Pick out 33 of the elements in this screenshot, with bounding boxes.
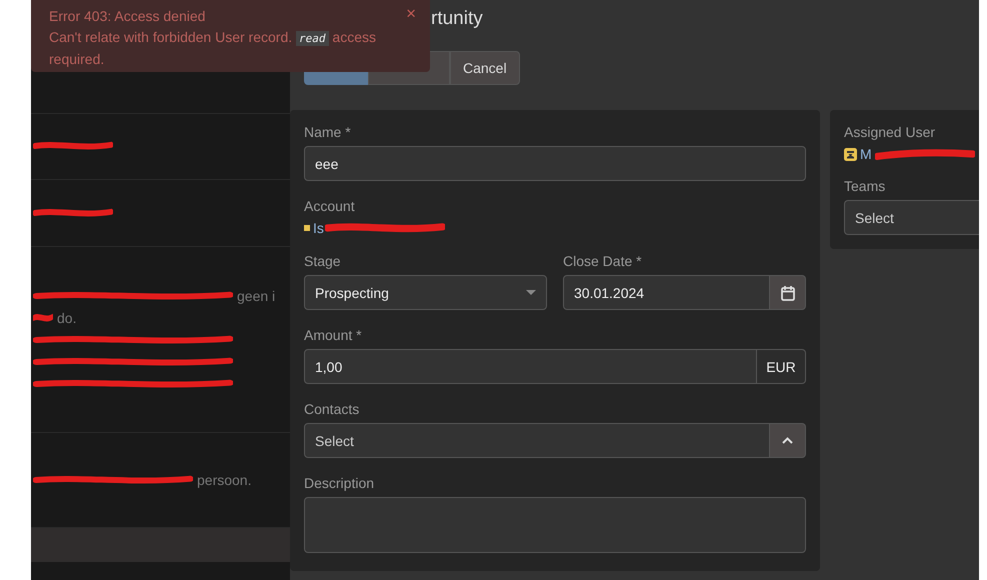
description-textarea[interactable] xyxy=(304,497,806,553)
amount-input[interactable]: 1,00 xyxy=(304,349,757,384)
list-text: geen i xyxy=(237,288,276,304)
field-label: Contacts xyxy=(304,401,360,418)
calendar-icon xyxy=(780,284,794,300)
field-label: Description xyxy=(304,475,376,492)
chevron-up-icon xyxy=(782,437,793,444)
currency-select[interactable]: EUR xyxy=(757,349,806,384)
toolbar-button[interactable]: Cancel xyxy=(450,51,520,85)
field-label: Account xyxy=(304,198,356,215)
caret-icon xyxy=(526,290,536,295)
account-icon xyxy=(304,225,310,231)
page-title: rtunity xyxy=(431,8,483,30)
name-input[interactable]: eee xyxy=(304,146,806,181)
calendar-button[interactable] xyxy=(770,275,806,310)
list-text: do. xyxy=(57,310,76,326)
user-link[interactable]: M xyxy=(860,146,872,162)
field-label: Name * xyxy=(304,124,352,141)
field-label: Stage xyxy=(304,253,342,270)
account-link[interactable]: Is xyxy=(313,220,324,236)
contacts-input[interactable]: Select xyxy=(304,423,770,458)
field-label: Teams xyxy=(844,178,886,195)
expand-button[interactable] xyxy=(770,423,806,458)
user-avatar-icon xyxy=(844,148,857,160)
field-label: Assigned User xyxy=(844,124,936,141)
stage-select[interactable]: Prospecting xyxy=(304,275,547,310)
field-label: Amount * xyxy=(304,327,363,344)
list-text: persoon. xyxy=(197,472,252,488)
date-input[interactable]: 30.01.2024 xyxy=(563,275,770,310)
error-title: Error 403: Access denied xyxy=(49,7,206,26)
teams-input[interactable]: Select xyxy=(844,200,979,235)
error-message: Can't relate with forbidden User record. read access required. xyxy=(49,28,377,69)
field-label: Close Date * xyxy=(563,253,643,270)
